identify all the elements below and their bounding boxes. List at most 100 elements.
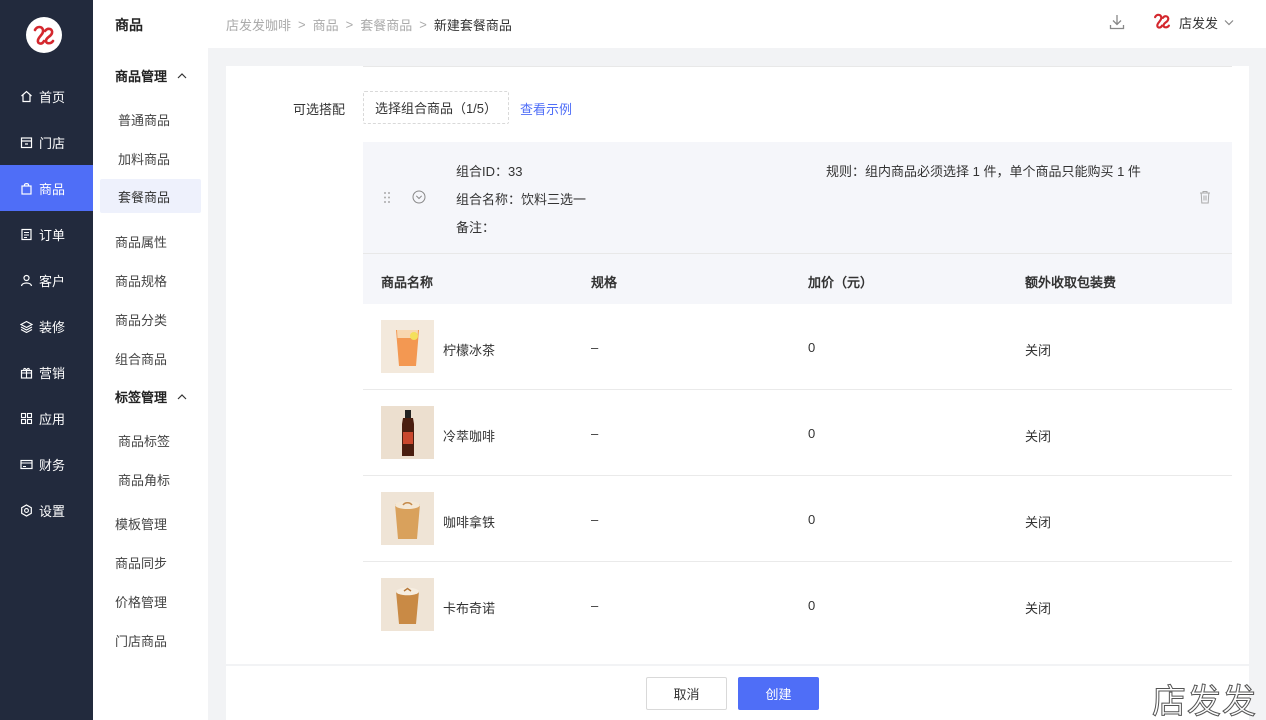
product-name: 卡布奇诺 bbox=[443, 601, 496, 616]
store-icon bbox=[19, 135, 33, 149]
breadcrumb-item[interactable]: 商品 bbox=[313, 15, 339, 34]
product-spec: – bbox=[591, 426, 599, 441]
nav-item-apps[interactable]: 应用 bbox=[0, 395, 93, 441]
nav-item-home[interactable]: 首页 bbox=[0, 73, 93, 119]
trash-icon[interactable] bbox=[1199, 190, 1211, 207]
subnav-title: 商品 bbox=[115, 17, 143, 33]
product-image bbox=[381, 406, 434, 459]
breadcrumb-item[interactable]: 套餐商品 bbox=[360, 15, 412, 34]
combo-name: 组合名称：饮料三选一 bbox=[456, 192, 587, 207]
layers-icon bbox=[19, 319, 33, 333]
main-nav: 首页 门店 商品 订单 客户 装修 营销 应用 财务 设置 bbox=[0, 0, 93, 720]
create-button[interactable]: 创建 bbox=[738, 677, 819, 710]
subnav-item-attributes[interactable]: 商品属性 bbox=[115, 232, 167, 251]
apps-icon bbox=[19, 411, 33, 425]
nav-item-label: 门店 bbox=[39, 135, 66, 151]
nav-item-store[interactable]: 门店 bbox=[0, 119, 93, 165]
drag-handle-icon[interactable] bbox=[383, 191, 391, 207]
column-header: 额外收取包装费 bbox=[1025, 275, 1117, 290]
nav-item-label: 营销 bbox=[39, 365, 66, 381]
subnav-item-specs[interactable]: 商品规格 bbox=[115, 271, 167, 290]
product-name: 柠檬冰茶 bbox=[443, 343, 496, 358]
packaging-fee: 关闭 bbox=[1025, 601, 1052, 616]
card-icon bbox=[19, 457, 33, 471]
subnav-item-templates[interactable]: 模板管理 bbox=[115, 514, 167, 533]
nav-item-label: 应用 bbox=[39, 411, 66, 427]
product-image bbox=[381, 578, 434, 631]
subnav-group-tag-management[interactable]: 标签管理 bbox=[115, 387, 187, 406]
nav-item-goods[interactable]: 商品 bbox=[0, 165, 93, 211]
column-header: 加价（元） bbox=[808, 275, 874, 290]
breadcrumb: 店发发咖啡 > 商品 > 套餐商品 > 新建套餐商品 bbox=[226, 15, 512, 34]
user-icon bbox=[19, 273, 33, 287]
table-row: 咖啡拿铁 – 0 关闭 bbox=[363, 476, 1232, 562]
form-footer: 取消 创建 bbox=[226, 666, 1249, 720]
home-icon bbox=[19, 89, 33, 103]
top-header: 店发发咖啡 > 商品 > 套餐商品 > 新建套餐商品 店发发 bbox=[208, 0, 1266, 48]
combo-note: 备注： bbox=[456, 220, 496, 235]
subnav-item-store-goods[interactable]: 门店商品 bbox=[115, 631, 167, 650]
product-image bbox=[381, 492, 434, 545]
collapse-toggle-icon[interactable] bbox=[412, 190, 426, 207]
subnav-item-categories[interactable]: 商品分类 bbox=[115, 310, 167, 329]
nav-item-settings[interactable]: 设置 bbox=[0, 487, 93, 533]
form-card: 可选搭配 选择组合商品（1/5） 查看示例 组合ID：33 组合名称：饮料三选一… bbox=[226, 66, 1249, 664]
nav-item-label: 客户 bbox=[39, 273, 66, 289]
product-price: 0 bbox=[808, 340, 816, 355]
table-row: 冷萃咖啡 – 0 关闭 bbox=[363, 390, 1232, 476]
subnav-item-label: 套餐商品 bbox=[118, 189, 171, 205]
chevron-up-icon bbox=[177, 393, 187, 400]
order-icon bbox=[19, 227, 33, 241]
chevron-right-icon: > bbox=[298, 17, 306, 32]
nav-item-finance[interactable]: 财务 bbox=[0, 441, 93, 487]
bag-icon bbox=[19, 181, 33, 195]
divider bbox=[363, 66, 1232, 67]
breadcrumb-current: 新建套餐商品 bbox=[433, 18, 512, 33]
subnav-item-combo-goods[interactable]: 套餐商品 bbox=[100, 179, 201, 213]
chevron-right-icon: > bbox=[419, 17, 427, 32]
download-icon[interactable] bbox=[1108, 13, 1126, 34]
product-price: 0 bbox=[808, 512, 816, 527]
optional-combo-label: 可选搭配 bbox=[293, 102, 346, 117]
breadcrumb-item[interactable]: 店发发咖啡 bbox=[226, 15, 291, 34]
settings-icon bbox=[19, 503, 33, 517]
table-row: 卡布奇诺 – 0 关闭 bbox=[363, 562, 1232, 648]
nav-item-label: 订单 bbox=[39, 227, 66, 243]
user-menu[interactable]: 店发发 bbox=[1152, 12, 1234, 32]
combo-group-panel: 组合ID：33 组合名称：饮料三选一 备注： 规则：组内商品必须选择 1 件，单… bbox=[363, 142, 1232, 254]
chevron-right-icon: > bbox=[345, 17, 354, 32]
subnav-item-goods-badges[interactable]: 商品角标 bbox=[118, 470, 170, 489]
subnav-group-goods-management[interactable]: 商品管理 bbox=[115, 66, 187, 85]
nav-item-label: 装修 bbox=[39, 319, 66, 335]
subnav-item-prices[interactable]: 价格管理 bbox=[115, 592, 167, 611]
product-name: 咖啡拿铁 bbox=[443, 515, 496, 530]
cancel-button[interactable]: 取消 bbox=[646, 677, 727, 710]
nav-item-marketing[interactable]: 营销 bbox=[0, 349, 93, 395]
brand-logo[interactable] bbox=[26, 17, 62, 53]
gift-icon bbox=[19, 365, 33, 379]
combo-id: 组合ID：33 bbox=[456, 164, 523, 179]
nav-item-label: 财务 bbox=[39, 457, 66, 473]
subnav-item-normal-goods[interactable]: 普通商品 bbox=[118, 110, 170, 129]
nav-item-orders[interactable]: 订单 bbox=[0, 211, 93, 257]
group-label: 商品管理 bbox=[115, 69, 168, 84]
subnav-item-group-goods[interactable]: 组合商品 bbox=[115, 349, 167, 368]
chevron-down-icon bbox=[1224, 19, 1234, 26]
user-name: 店发发 bbox=[1179, 15, 1219, 31]
group-label: 标签管理 bbox=[115, 390, 168, 405]
nav-item-decoration[interactable]: 装修 bbox=[0, 303, 93, 349]
nav-item-label: 首页 bbox=[39, 89, 66, 105]
nav-item-label: 商品 bbox=[39, 181, 66, 197]
subnav-item-addon-goods[interactable]: 加料商品 bbox=[118, 149, 170, 168]
product-price: 0 bbox=[808, 598, 816, 613]
packaging-fee: 关闭 bbox=[1025, 429, 1052, 444]
nav-item-customers[interactable]: 客户 bbox=[0, 257, 93, 303]
nav-item-label: 设置 bbox=[39, 503, 66, 519]
sub-nav: 商品 商品管理 普通商品 加料商品 套餐商品 商品属性 商品规格 商品分类 组合… bbox=[93, 0, 208, 720]
table-row: 柠檬冰茶 – 0 关闭 bbox=[363, 304, 1232, 390]
subnav-item-sync[interactable]: 商品同步 bbox=[115, 553, 167, 572]
chevron-up-icon bbox=[177, 72, 187, 79]
subnav-item-goods-tags[interactable]: 商品标签 bbox=[118, 431, 170, 450]
view-example-link[interactable]: 查看示例 bbox=[520, 99, 572, 118]
select-combo-button[interactable]: 选择组合商品（1/5） bbox=[363, 91, 509, 124]
